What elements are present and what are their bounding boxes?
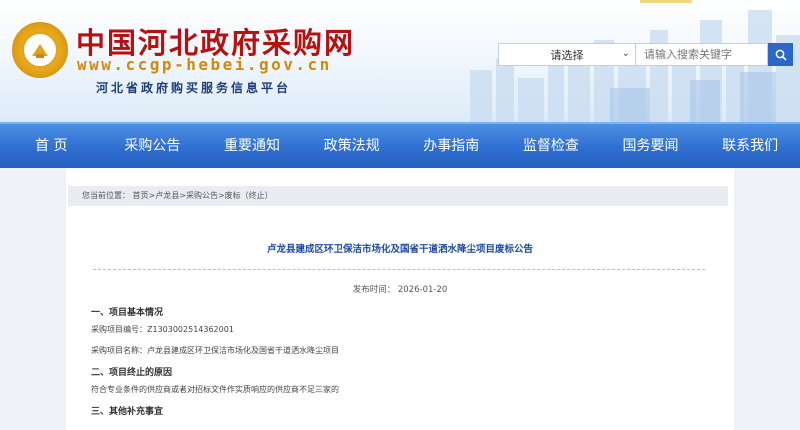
search-bar: 请选择 ⌄ [498,43,793,66]
site-logo[interactable] [12,22,68,78]
nav-item-contact[interactable]: 联系我们 [700,124,800,168]
nav-item-state-news[interactable]: 国务要闻 [601,124,701,168]
section-heading-basic-info: 一、项目基本情况 [91,308,164,318]
breadcrumb-current[interactable]: 废标（终止） [225,191,273,200]
breadcrumb-sep: > [217,191,225,200]
breadcrumb-notices[interactable]: 采购公告 [186,191,218,200]
nav-item-procurement-notices[interactable]: 采购公告 [103,124,203,168]
publish-date: 发布时间： 2026-01-20 [352,285,448,295]
breadcrumb-county[interactable]: 卢龙县 [155,191,179,200]
search-category-select[interactable]: 请选择 ⌄ [498,43,636,66]
nav-item-policies[interactable]: 政策法规 [302,124,402,168]
breadcrumb-prefix: 您当前位置： [82,191,130,200]
site-subtitle: 河北省政府购买服务信息平台 [96,81,292,95]
article-title: 卢龙县建成区环卫保洁市场化及国省干道洒水降尘项目废标公告 [266,244,533,255]
search-category-value: 请选择 [550,48,584,62]
breadcrumb: 您当前位置： 首页>卢龙县>采购公告>废标（终止） [68,186,728,206]
search-button[interactable] [768,43,793,66]
site-header: 中国河北政府采购网 www.ccgp-hebei.gov.cn 河北省政府购买服… [0,0,800,122]
nav-item-supervision[interactable]: 监督检查 [501,124,601,168]
nav-item-home[interactable]: 首 页 [0,124,103,168]
nav-item-guide[interactable]: 办事指南 [401,124,501,168]
main-nav: 首 页 采购公告 重要通知 政策法规 办事指南 监督检查 国务要闻 联系我们 [0,122,800,168]
chevron-down-icon: ⌄ [621,48,630,59]
search-icon [775,49,787,61]
project-code: 采购项目编号：Z1303002514362001 [91,325,234,334]
section-heading-termination-reason: 二、项目终止的原因 [91,368,173,378]
logo-emblem-icon [22,32,58,68]
content-panel: 您当前位置： 首页>卢龙县>采购公告>废标（终止） 卢龙县建成区环卫保洁市场化及… [66,168,734,430]
project-name: 采购项目名称：卢龙县建成区环卫保洁市场化及国省干道洒水降尘项目 [91,346,339,355]
site-url: www.ccgp-hebei.gov.cn [77,55,332,74]
title-divider [93,269,705,270]
breadcrumb-home[interactable]: 首页 [133,191,149,200]
termination-reason: 符合专业条件的供应商或者对招标文件作实质响应的供应商不足三家的 [91,385,339,394]
nav-item-important-notices[interactable]: 重要通知 [202,124,302,168]
search-input[interactable] [636,43,768,66]
breadcrumb-sep: > [179,191,186,200]
section-heading-other: 三、其他补充事宜 [91,407,164,417]
